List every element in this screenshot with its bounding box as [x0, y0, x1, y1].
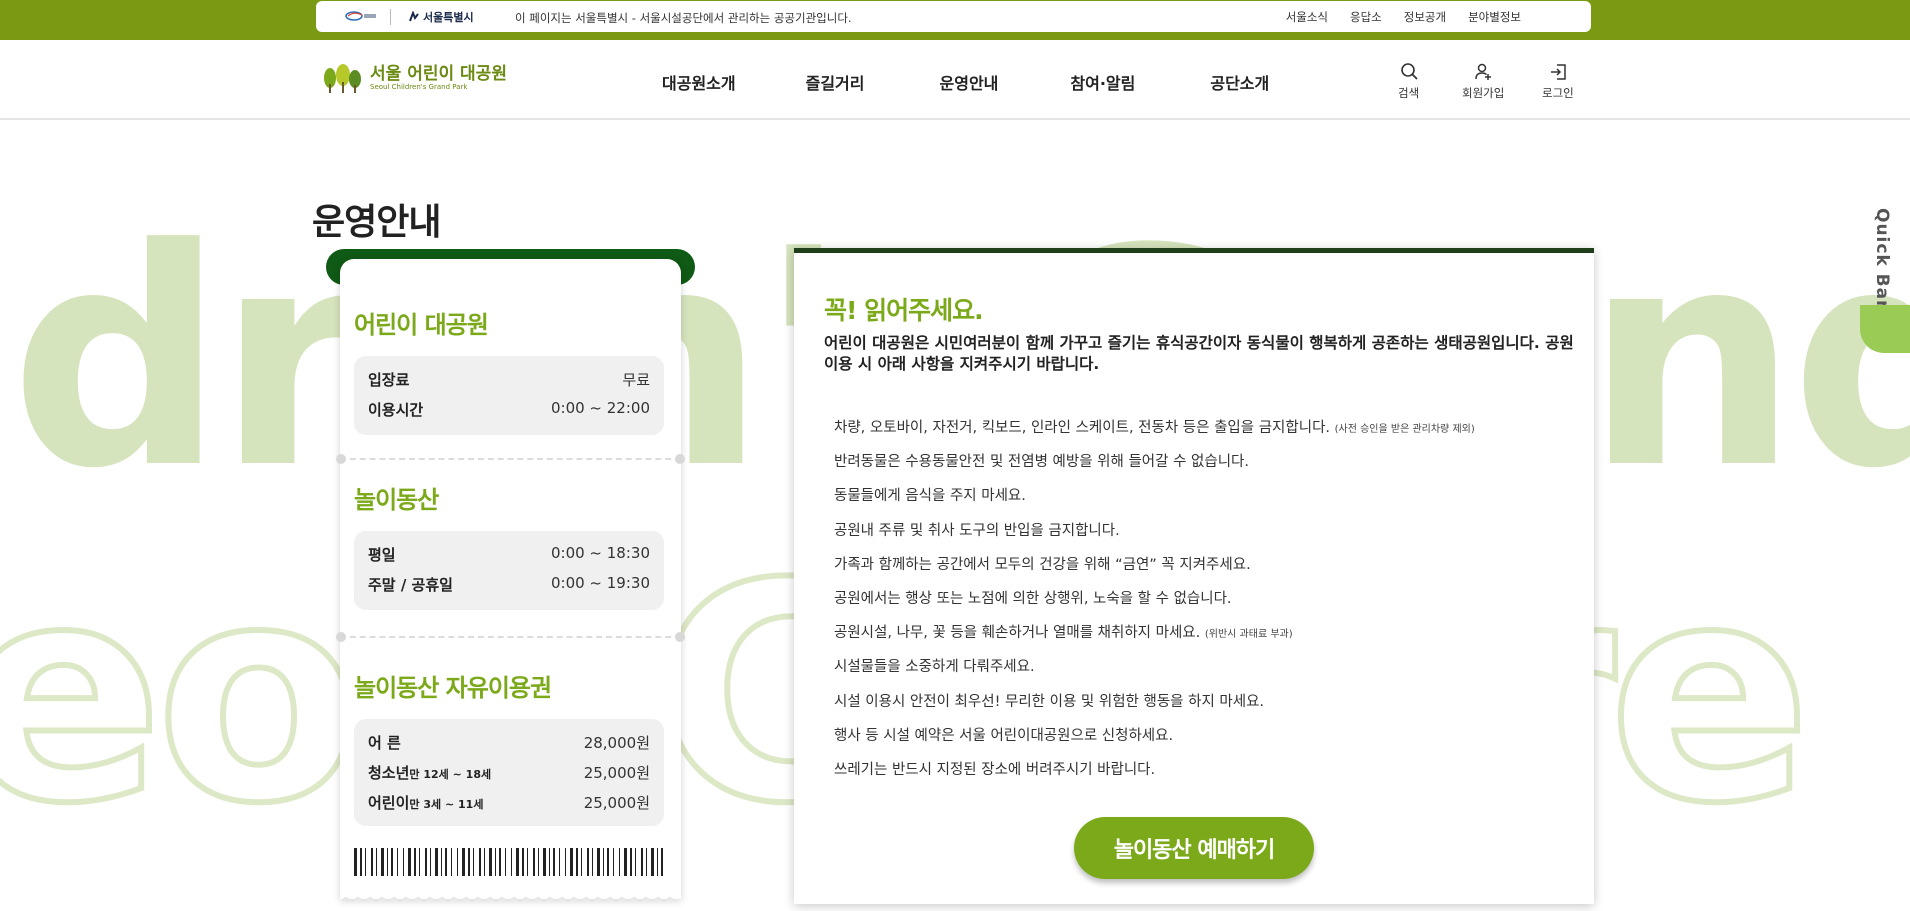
util-link-eungdapso[interactable]: 응답소	[1350, 9, 1382, 25]
rule-item: 시설 이용시 안전이 최우선! 무리한 이용 및 위험한 행동을 하지 마세요.	[834, 693, 1265, 710]
price-row-child: 어린이만 3세 ~ 11세 25,000원	[368, 792, 650, 813]
rules-list: 차량, 오토바이, 자전거, 킥보드, 인라인 스케이트, 전동차 등은 출입을…	[834, 418, 1475, 794]
main-navigation: 대공원소개 즐길거리 운영안내 참여·알림 공단소개	[662, 70, 1269, 94]
util-link-field-info[interactable]: 분야별정보	[1468, 9, 1521, 25]
signup-label: 회원가입	[1462, 86, 1505, 100]
row-value: 0:00 ~ 19:30	[550, 574, 650, 592]
site-logo[interactable]: 서울 어린이 대공원 Seoul Children's Grand Park	[322, 62, 507, 96]
nav-item-operation-info[interactable]: 운영안내	[940, 70, 999, 94]
ticket-notch	[336, 454, 346, 464]
ticket-section-title-park: 어린이 대공원	[354, 311, 489, 339]
utility-bar: 서울특별시 이 페이지는 서울특별시 - 서울시설공단에서 관리하는 공공기관입…	[0, 0, 1910, 40]
usage-notice-panel: 꼭! 읽어주세요. 어린이 대공원은 시민여러분이 함께 가꾸고 즐기는 휴식공…	[794, 248, 1594, 904]
ticket-notch	[675, 632, 685, 642]
row-value: 25,000원	[583, 794, 650, 812]
row-value: 0:00 ~ 18:30	[550, 544, 650, 562]
public-institution-notice: 이 페이지는 서울특별시 - 서울시설공단에서 관리하는 공공기관입니다.	[515, 11, 852, 25]
row-label: 청소년만 12세 ~ 18세	[368, 764, 492, 782]
row-label: 어 른	[368, 734, 401, 752]
ticket-price-box: 어 른 28,000원 청소년만 12세 ~ 18세 25,000원 어린이만 …	[354, 719, 664, 826]
rule-item: 쓰레기는 반드시 지정된 장소에 버려주시기 바랍니다.	[834, 761, 1156, 778]
row-value: 28,000원	[583, 734, 650, 752]
ticket-divider	[340, 636, 681, 638]
site-logo-text: 서울 어린이 대공원 Seoul Children's Grand Park	[370, 66, 507, 92]
login-icon	[1550, 64, 1566, 80]
row-label: 이용시간	[368, 401, 424, 419]
utility-bar-inner: 서울특별시 이 페이지는 서울특별시 - 서울시설공단에서 관리하는 공공기관입…	[316, 1, 1591, 32]
user-add-icon	[1475, 63, 1492, 80]
signup-button[interactable]: 회원가입	[1462, 62, 1504, 101]
login-label: 로그인	[1542, 86, 1574, 100]
row-value: 무료	[622, 371, 650, 389]
ticket-row-weekday: 평일 0:00 ~ 18:30	[368, 544, 650, 565]
ticket-divider	[340, 458, 681, 460]
row-value: 0:00 ~ 22:00	[550, 399, 650, 417]
ticket-row-admission: 입장료 무료	[368, 369, 650, 390]
ticket-section-title-free-pass: 놀이동산 자유이용권	[354, 674, 552, 702]
nav-item-participation[interactable]: 참여·알림	[1070, 70, 1135, 94]
rule-item: 차량, 오토바이, 자전거, 킥보드, 인라인 스케이트, 전동차 등은 출입을…	[834, 420, 1475, 436]
logo-divider	[390, 9, 391, 25]
quick-bar-toggle[interactable]: Quick Bar	[1872, 208, 1892, 310]
util-link-info-disclosure[interactable]: 정보공개	[1404, 9, 1446, 25]
ticket-row-hours: 이용시간 0:00 ~ 22:00	[368, 399, 650, 420]
ticket-section-title-amusement: 놀이동산	[354, 486, 439, 514]
rule-item: 공원시설, 나무, 꽃 등을 훼손하거나 열매를 채취하지 마세요. (위반시 …	[834, 625, 1293, 642]
ticket-barcode	[354, 848, 663, 876]
quick-bar-tab[interactable]	[1860, 305, 1910, 353]
amusement-reservation-button[interactable]: 놀이동산 예매하기	[1074, 817, 1314, 879]
search-button[interactable]: 검색	[1398, 62, 1419, 101]
row-value: 25,000원	[583, 764, 650, 782]
price-row-youth: 청소년만 12세 ~ 18세 25,000원	[368, 762, 650, 783]
park-tree-logo-icon	[324, 64, 361, 93]
row-label: 어린이만 3세 ~ 11세	[368, 794, 484, 812]
search-icon	[1400, 63, 1418, 80]
notice-intro: 어린이 대공원은 시민여러분이 함께 가꾸고 즐기는 휴식공간이자 동식물이 행…	[824, 334, 1574, 373]
notice-title: 꼭! 읽어주세요.	[824, 296, 984, 325]
search-label: 검색	[1398, 86, 1420, 100]
rule-item: 공원에서는 행상 또는 노점에 의한 상행위, 노숙을 할 수 없습니다.	[834, 590, 1232, 607]
operation-ticket-card: 어린이 대공원 입장료 무료 이용시간 0:00 ~ 22:00 놀이동산 평일…	[336, 259, 685, 901]
site-logo-title: 서울 어린이 대공원	[370, 64, 507, 84]
site-header: 서울 어린이 대공원 Seoul Children's Grand Park 대…	[0, 40, 1910, 120]
rule-item: 가족과 함께하는 공간에서 모두의 건강을 위해 “금연” 꼭 지켜주세요.	[834, 556, 1251, 573]
nav-item-attractions[interactable]: 즐길거리	[806, 70, 865, 94]
rule-item: 행사 등 시설 예약은 서울 어린이대공원으로 신청하세요.	[834, 727, 1174, 744]
seoul-city-mark-icon	[409, 11, 419, 22]
seoul-city-logo[interactable]: 서울특별시	[408, 9, 474, 25]
ticket-info-box-amusement: 평일 0:00 ~ 18:30 주말 / 공휴일 0:00 ~ 19:30	[354, 531, 664, 610]
nav-item-park-intro[interactable]: 대공원소개	[662, 70, 736, 94]
nav-item-corporation-intro[interactable]: 공단소개	[1210, 70, 1269, 94]
row-label: 주말 / 공휴일	[368, 576, 453, 594]
rule-item: 시설물들을 소중하게 다뤄주세요.	[834, 659, 1035, 676]
utility-links: 서울소식 응답소 정보공개 분야별정보	[1286, 9, 1521, 25]
ticket-perforated-edge	[342, 897, 674, 901]
row-label: 입장료	[368, 371, 410, 389]
rule-item: 반려동물은 수용동물안전 및 전염병 예방을 위해 들어갈 수 없습니다.	[834, 454, 1249, 471]
seoul-brand-logo[interactable]	[344, 9, 378, 23]
price-row-adult: 어 른 28,000원	[368, 732, 650, 753]
rule-item: 동물들에게 음식을 주지 마세요.	[834, 488, 1026, 505]
row-label: 평일	[368, 546, 396, 564]
login-button[interactable]: 로그인	[1542, 62, 1574, 101]
ticket-notch	[336, 632, 346, 642]
ticket-row-weekend: 주말 / 공휴일 0:00 ~ 19:30	[368, 574, 650, 595]
page-title: 운영안내	[312, 202, 441, 243]
seoul-city-label: 서울특별시	[423, 11, 474, 24]
rule-item: 공원내 주류 및 취사 도구의 반입을 금지합니다.	[834, 522, 1120, 539]
ticket-notch	[675, 454, 685, 464]
ticket-info-box-park: 입장료 무료 이용시간 0:00 ~ 22:00	[354, 356, 664, 435]
util-link-seoul-news[interactable]: 서울소식	[1286, 9, 1328, 25]
site-logo-subtitle: Seoul Children's Grand Park	[370, 83, 468, 91]
